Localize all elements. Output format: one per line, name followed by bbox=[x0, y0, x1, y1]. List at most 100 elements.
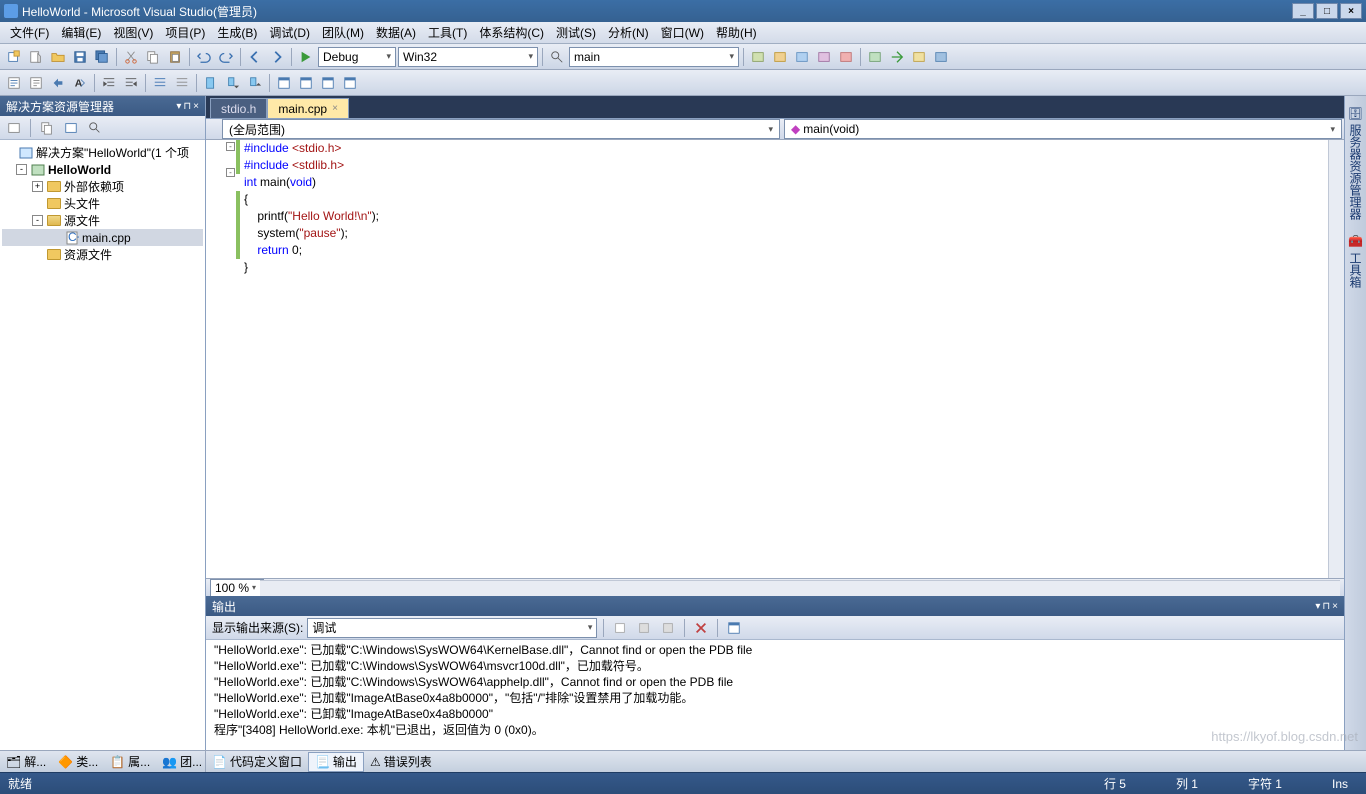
close-button[interactable]: × bbox=[1340, 3, 1362, 19]
save-button[interactable] bbox=[70, 47, 90, 67]
uncomment-button[interactable] bbox=[172, 73, 192, 93]
menu-data[interactable]: 数据(A) bbox=[370, 22, 422, 43]
tab-close-icon[interactable]: × bbox=[332, 103, 338, 114]
tb2-win-1[interactable] bbox=[274, 73, 294, 93]
tb-misc-4[interactable] bbox=[814, 47, 834, 67]
save-all-button[interactable] bbox=[92, 47, 112, 67]
bottom-tab-error-list[interactable]: ⚠错误列表 bbox=[364, 752, 438, 772]
tb-misc-5[interactable] bbox=[836, 47, 856, 67]
tb-misc-7[interactable] bbox=[887, 47, 907, 67]
bottom-tab-output[interactable]: 📃输出 bbox=[308, 752, 364, 772]
code-content[interactable]: #include <stdio.h> #include <stdlib.h> i… bbox=[240, 140, 1328, 578]
tree-source-files[interactable]: - 源文件 bbox=[2, 212, 203, 229]
menu-project[interactable]: 项目(P) bbox=[159, 22, 211, 43]
out-wrap-button[interactable] bbox=[724, 618, 744, 638]
nav-back-button[interactable] bbox=[245, 47, 265, 67]
tab-stdio-h[interactable]: stdio.h bbox=[210, 98, 267, 118]
tb2-1[interactable] bbox=[4, 73, 24, 93]
bookmark-button[interactable] bbox=[201, 73, 221, 93]
tb2-win-3[interactable] bbox=[318, 73, 338, 93]
code-editor[interactable]: - - #include <stdio.h> #include <stdlib.… bbox=[206, 140, 1344, 578]
tb-misc-6[interactable] bbox=[865, 47, 885, 67]
menu-help[interactable]: 帮助(H) bbox=[710, 22, 763, 43]
out-tb-3[interactable] bbox=[658, 618, 678, 638]
menu-team[interactable]: 团队(M) bbox=[316, 22, 370, 43]
menu-view[interactable]: 视图(V) bbox=[107, 22, 159, 43]
scrollbar-horizontal[interactable] bbox=[260, 580, 1340, 596]
copy-button[interactable] bbox=[143, 47, 163, 67]
bottom-tab-code-def[interactable]: 📄代码定义窗口 bbox=[206, 752, 308, 772]
sol-tb-showall[interactable] bbox=[61, 118, 81, 138]
tb-misc-2[interactable] bbox=[770, 47, 790, 67]
redo-button[interactable] bbox=[216, 47, 236, 67]
add-item-button[interactable] bbox=[26, 47, 46, 67]
start-debug-button[interactable] bbox=[296, 47, 316, 67]
open-button[interactable] bbox=[48, 47, 68, 67]
menu-analyze[interactable]: 分析(N) bbox=[602, 22, 655, 43]
tb2-3[interactable] bbox=[48, 73, 68, 93]
minimize-button[interactable]: _ bbox=[1292, 3, 1314, 19]
out-clear-button[interactable] bbox=[691, 618, 711, 638]
cut-button[interactable] bbox=[121, 47, 141, 67]
bookmark-prev-button[interactable] bbox=[223, 73, 243, 93]
new-project-button[interactable] bbox=[4, 47, 24, 67]
dropdown-icon[interactable]: ▾ bbox=[1315, 601, 1320, 612]
left-tab-team[interactable]: 👥团... bbox=[156, 752, 208, 772]
tree-header-files[interactable]: 头文件 bbox=[2, 195, 203, 212]
undo-button[interactable] bbox=[194, 47, 214, 67]
panel-close-icon[interactable]: × bbox=[193, 101, 199, 112]
tb-misc-8[interactable] bbox=[909, 47, 929, 67]
collapse-icon[interactable]: - bbox=[16, 164, 27, 175]
tree-project[interactable]: - HelloWorld bbox=[2, 161, 203, 178]
indent-button[interactable] bbox=[99, 73, 119, 93]
scrollbar-vertical[interactable] bbox=[1328, 140, 1344, 578]
find-combo[interactable]: main▾ bbox=[569, 47, 739, 67]
tb2-2[interactable] bbox=[26, 73, 46, 93]
platform-combo[interactable]: Win32▾ bbox=[398, 47, 538, 67]
menu-edit[interactable]: 编辑(E) bbox=[55, 22, 107, 43]
tab-main-cpp[interactable]: main.cpp× bbox=[267, 98, 349, 118]
maximize-button[interactable]: □ bbox=[1316, 3, 1338, 19]
expand-icon[interactable]: + bbox=[32, 181, 43, 192]
menu-debug[interactable]: 调试(D) bbox=[263, 22, 316, 43]
sol-tb-properties[interactable] bbox=[85, 118, 105, 138]
output-body[interactable]: "HelloWorld.exe": 已加载"C:\Windows\SysWOW6… bbox=[206, 640, 1344, 750]
menu-tools[interactable]: 工具(T) bbox=[422, 22, 473, 43]
comment-button[interactable] bbox=[150, 73, 170, 93]
dropdown-icon[interactable]: ▾ bbox=[176, 101, 181, 112]
menu-test[interactable]: 测试(S) bbox=[550, 22, 602, 43]
tree-resource-files[interactable]: 资源文件 bbox=[2, 246, 203, 263]
config-combo[interactable]: Debug▾ bbox=[318, 47, 396, 67]
tree-file-maincpp[interactable]: C+ main.cpp bbox=[2, 229, 203, 246]
left-tab-class[interactable]: 🔶类... bbox=[52, 752, 104, 772]
panel-close-icon[interactable]: × bbox=[1332, 601, 1338, 612]
pin-icon[interactable]: ⊓ bbox=[183, 101, 191, 112]
tb2-win-2[interactable] bbox=[296, 73, 316, 93]
sol-tb-refresh[interactable] bbox=[37, 118, 57, 138]
bookmark-next-button[interactable] bbox=[245, 73, 265, 93]
menu-file[interactable]: 文件(F) bbox=[4, 22, 55, 43]
tb-misc-3[interactable] bbox=[792, 47, 812, 67]
menu-build[interactable]: 生成(B) bbox=[211, 22, 263, 43]
menu-arch[interactable]: 体系结构(C) bbox=[473, 22, 550, 43]
right-tab-server-explorer[interactable]: 🗄服务器资源管理器 bbox=[1345, 100, 1366, 226]
scope-combo-left[interactable]: (全局范围)▾ bbox=[222, 119, 780, 139]
sol-tb-home[interactable] bbox=[4, 118, 24, 138]
left-tab-solution[interactable]: 🗂解... bbox=[0, 752, 52, 772]
tb2-win-4[interactable] bbox=[340, 73, 360, 93]
right-tab-toolbox[interactable]: 🧰工具箱 bbox=[1345, 228, 1366, 294]
tb-misc-9[interactable] bbox=[931, 47, 951, 67]
output-source-combo[interactable]: 调试▾ bbox=[307, 618, 597, 638]
out-tb-2[interactable] bbox=[634, 618, 654, 638]
nav-fwd-button[interactable] bbox=[267, 47, 287, 67]
paste-button[interactable] bbox=[165, 47, 185, 67]
scope-combo-right[interactable]: ◆main(void)▾ bbox=[784, 119, 1342, 139]
collapse-icon[interactable]: - bbox=[32, 215, 43, 226]
out-tb-1[interactable] bbox=[610, 618, 630, 638]
outdent-button[interactable] bbox=[121, 73, 141, 93]
menu-window[interactable]: 窗口(W) bbox=[655, 22, 710, 43]
pin-icon[interactable]: ⊓ bbox=[1322, 601, 1330, 612]
tb-misc-1[interactable] bbox=[748, 47, 768, 67]
left-tab-properties[interactable]: 📋属... bbox=[104, 752, 156, 772]
tree-solution-root[interactable]: 解决方案"HelloWorld"(1 个项 bbox=[2, 144, 203, 161]
